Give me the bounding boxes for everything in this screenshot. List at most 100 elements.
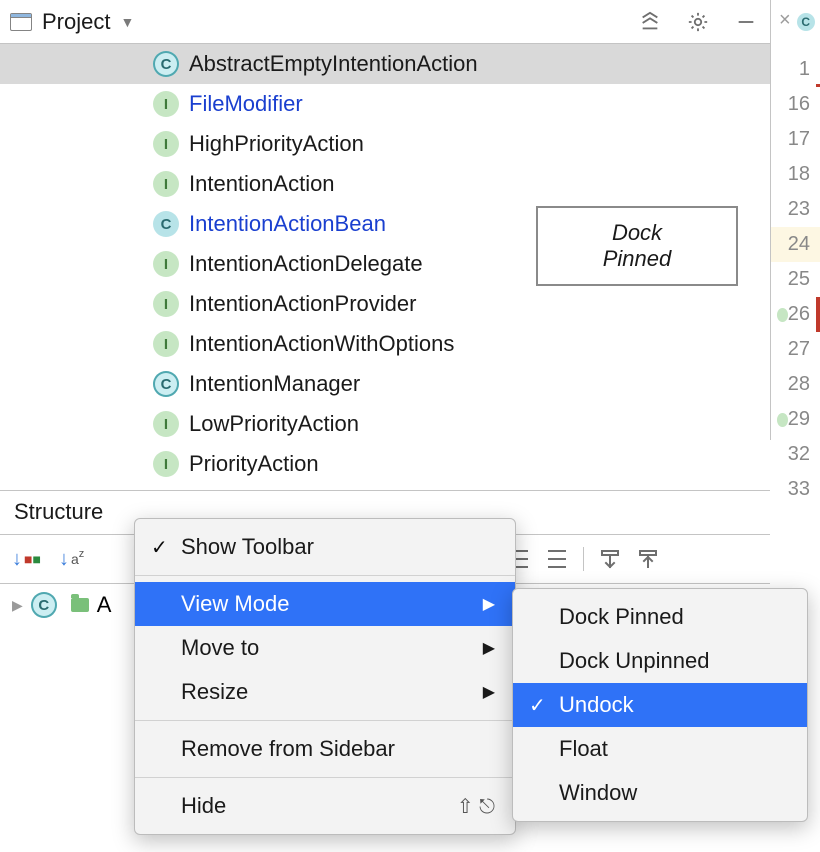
menu-item-view-mode[interactable]: View Mode ▶ — [135, 582, 515, 626]
gutter-line[interactable]: 33 — [771, 472, 820, 507]
tree-item[interactable]: I IntentionActionWithOptions — [0, 324, 770, 364]
editor-gutter: × C 1161718232425262728293233 — [770, 0, 820, 440]
gutter-line[interactable]: 16 — [771, 87, 820, 122]
sort-visibility-icon[interactable]: ↓■■ — [12, 548, 41, 571]
submenu-item-float[interactable]: Float — [513, 727, 807, 771]
interface-badge: I — [153, 331, 179, 357]
gutter-line[interactable]: 28 — [771, 367, 820, 402]
interface-badge: I — [153, 171, 179, 197]
tree-item[interactable]: I HighPriorityAction — [0, 124, 770, 164]
gutter-line[interactable]: 23 — [771, 192, 820, 227]
class-badge: C — [153, 211, 179, 237]
sort-alpha-icon[interactable]: ↓az — [59, 548, 84, 571]
expand-arrow-icon[interactable]: ▶ — [12, 597, 23, 614]
gutter-line[interactable]: 25 — [771, 262, 820, 297]
interface-badge: I — [153, 251, 179, 277]
project-title[interactable]: Project — [42, 9, 110, 35]
menu-separator — [135, 720, 515, 721]
menu-item-label: Window — [559, 780, 637, 806]
tooltip-line: Pinned — [548, 246, 726, 272]
tree-item-label: HighPriorityAction — [189, 131, 364, 157]
tree-item-label: IntentionActionWithOptions — [189, 331, 454, 357]
structure-item-label: A — [97, 592, 112, 618]
submenu-item-undock[interactable]: ✓ Undock — [513, 683, 807, 727]
menu-separator — [135, 575, 515, 576]
tree-item[interactable]: I PriorityAction — [0, 444, 770, 484]
tree-item-label: IntentionActionDelegate — [189, 251, 423, 277]
submenu-item-dock-pinned[interactable]: Dock Pinned — [513, 595, 807, 639]
check-icon: ✓ — [151, 535, 168, 560]
dock-pinned-tooltip: Dock Pinned — [536, 206, 738, 286]
submenu-arrow-icon: ▶ — [483, 682, 495, 702]
gear-icon[interactable] — [684, 8, 712, 36]
menu-item-label: Move to — [181, 635, 259, 661]
gutter-line[interactable]: 27 — [771, 332, 820, 367]
menu-item-resize[interactable]: Resize ▶ — [135, 670, 515, 714]
menu-item-label: Show Toolbar — [181, 534, 314, 560]
gutter-line[interactable]: 24 — [771, 227, 820, 262]
menu-item-show-toolbar[interactable]: ✓ Show Toolbar — [135, 525, 515, 569]
tree-item-label: IntentionAction — [189, 171, 335, 197]
class-badge: C — [31, 592, 57, 618]
gutter-line[interactable]: 17 — [771, 122, 820, 157]
tree-item-label: AbstractEmptyIntentionAction — [189, 51, 478, 77]
tree-item-label: PriorityAction — [189, 451, 319, 477]
tree-item-label: LowPriorityAction — [189, 411, 359, 437]
menu-item-label: Remove from Sidebar — [181, 736, 395, 762]
menu-item-label: Float — [559, 736, 608, 762]
collapse-all-icon[interactable] — [636, 8, 664, 36]
scroll-to-source-icon[interactable] — [598, 547, 622, 571]
menu-item-move-to[interactable]: Move to ▶ — [135, 626, 515, 670]
menu-item-label: Resize — [181, 679, 248, 705]
tree-item-label: IntentionManager — [189, 371, 360, 397]
gutter-line[interactable]: 29 — [771, 402, 820, 437]
menu-item-label: Undock — [559, 692, 634, 718]
folder-icon — [71, 598, 89, 612]
gutter-line[interactable]: 26 — [771, 297, 820, 332]
tab-close-icon[interactable]: × — [779, 9, 791, 32]
tool-window-icon — [10, 13, 32, 31]
check-icon: ✓ — [529, 693, 546, 718]
tree-item[interactable]: C IntentionManager — [0, 364, 770, 404]
menu-item-label: Dock Pinned — [559, 604, 684, 630]
class-badge: C — [153, 371, 179, 397]
structure-title: Structure — [14, 499, 103, 525]
scroll-from-source-icon[interactable] — [636, 547, 660, 571]
tree-item[interactable]: I IntentionActionProvider — [0, 284, 770, 324]
submenu-item-window[interactable]: Window — [513, 771, 807, 815]
menu-item-label: Dock Unpinned — [559, 648, 709, 674]
chevron-down-icon[interactable]: ▼ — [120, 14, 134, 30]
menu-item-remove-from-sidebar[interactable]: Remove from Sidebar — [135, 727, 515, 771]
menu-item-label: View Mode — [181, 591, 289, 617]
submenu-arrow-icon: ▶ — [483, 594, 495, 614]
tool-window-context-menu: ✓Show ToolbarView Mode▶Move to▶Resize▶Re… — [134, 518, 516, 835]
interface-badge: I — [153, 451, 179, 477]
tree-item-label: IntentionActionProvider — [189, 291, 416, 317]
tooltip-line: Dock — [548, 220, 726, 246]
tree-item[interactable]: I IntentionAction — [0, 164, 770, 204]
interface-badge: I — [153, 131, 179, 157]
view-mode-submenu: Dock Pinned Dock Unpinned ✓ Undock Float Wind… — [512, 588, 808, 822]
tree-item[interactable]: I FileModifier — [0, 84, 770, 124]
tree-item-label: FileModifier — [189, 91, 303, 117]
interface-badge: I — [153, 411, 179, 437]
menu-separator — [135, 777, 515, 778]
gutter-line[interactable]: 32 — [771, 437, 820, 472]
tree-item[interactable]: I LowPriorityAction — [0, 404, 770, 444]
class-badge: C — [153, 51, 179, 77]
gutter-line[interactable]: 18 — [771, 157, 820, 192]
interface-badge: I — [153, 91, 179, 117]
menu-shortcut: ⇧ ⎋ — [457, 794, 495, 819]
project-toolbar: Project ▼ — [0, 0, 770, 44]
expand-icon-2[interactable] — [545, 547, 569, 571]
gutter-line[interactable]: 1 — [771, 52, 820, 87]
toolbar-sep — [583, 547, 584, 571]
minimize-icon[interactable] — [732, 8, 760, 36]
interface-badge: I — [153, 291, 179, 317]
menu-item-hide[interactable]: Hide⇧ ⎋ — [135, 784, 515, 828]
submenu-arrow-icon: ▶ — [483, 638, 495, 658]
submenu-item-dock-unpinned[interactable]: Dock Unpinned — [513, 639, 807, 683]
tree-item[interactable]: C AbstractEmptyIntentionAction — [0, 44, 770, 84]
tree-item-label: IntentionActionBean — [189, 211, 386, 237]
file-type-dot: C — [797, 13, 815, 31]
